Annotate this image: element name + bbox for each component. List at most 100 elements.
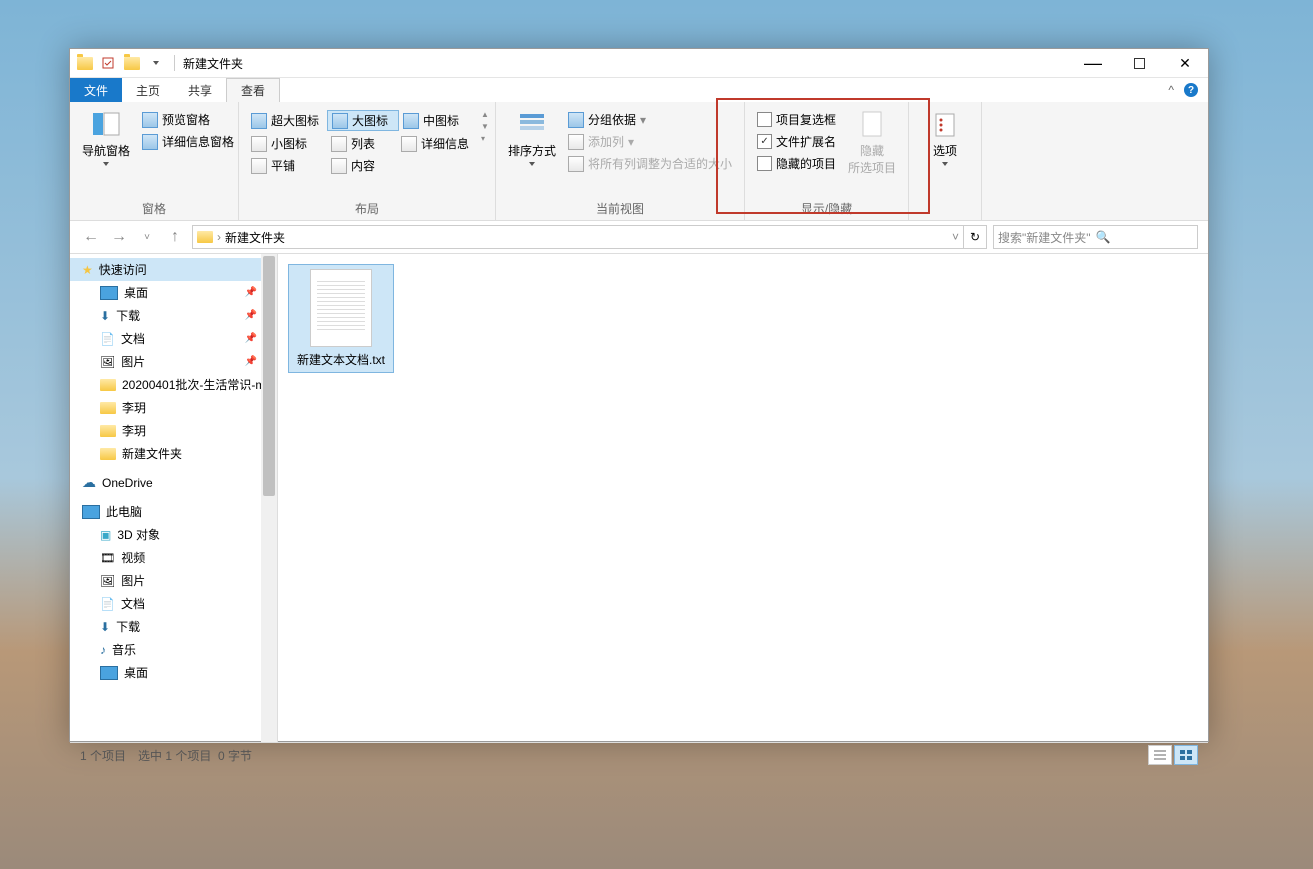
qat-btn[interactable] xyxy=(98,53,118,73)
sidebar-item-pictures[interactable]: 🖼图片📌 xyxy=(70,350,277,373)
layout-scroll-down[interactable]: ▼ xyxy=(481,122,489,131)
sidebar-item-documents[interactable]: 📄文档 xyxy=(70,592,277,615)
recent-button[interactable]: ˅ xyxy=(136,226,158,248)
navigation-sidebar[interactable]: ★快速访问 桌面📌 ⬇下载📌 📄文档📌 🖼图片📌 20200401批次-生活常识… xyxy=(70,254,278,742)
minimize-button[interactable]: — xyxy=(1070,49,1116,77)
file-item[interactable]: 新建文本文档.txt xyxy=(288,264,394,373)
pin-icon: 📌 xyxy=(245,356,257,367)
cloud-icon: ☁ xyxy=(82,474,96,491)
video-icon: 🎞 xyxy=(100,551,115,565)
music-icon: ♪ xyxy=(100,643,106,657)
sidebar-item-music[interactable]: ♪音乐 xyxy=(70,638,277,661)
desktop-icon xyxy=(100,286,118,300)
sidebar-item-3d[interactable]: ▣3D 对象 xyxy=(70,523,277,546)
cube-icon: ▣ xyxy=(100,528,111,542)
folder-icon xyxy=(100,402,116,414)
layout-small[interactable]: 小图标 xyxy=(247,134,327,153)
layout-large[interactable]: 大图标 xyxy=(327,110,399,131)
desktop-icon xyxy=(100,666,118,680)
layout-more[interactable]: ▾ xyxy=(481,134,489,143)
search-input[interactable]: 搜索"新建文件夹" 🔍 xyxy=(993,225,1198,249)
help-icon[interactable]: ? xyxy=(1184,83,1198,97)
folder-icon xyxy=(100,448,116,460)
sidebar-item-folder[interactable]: 新建文件夹 xyxy=(70,442,277,465)
sort-by-button[interactable]: 排序方式 xyxy=(502,106,562,168)
back-button[interactable]: ← xyxy=(80,226,102,248)
address-box[interactable]: › 新建文件夹 ˅ xyxy=(192,225,964,249)
maximize-button[interactable] xyxy=(1116,49,1162,77)
close-button[interactable]: ✕ xyxy=(1162,49,1208,77)
tab-file[interactable]: 文件 xyxy=(70,78,122,102)
folder-icon xyxy=(100,425,116,437)
app-icon[interactable] xyxy=(76,54,94,72)
layout-list[interactable]: 列表 xyxy=(327,134,397,153)
view-icons-button[interactable] xyxy=(1174,745,1198,765)
group-label-view: 当前视图 xyxy=(502,197,738,220)
download-icon: ⬇ xyxy=(100,620,110,634)
star-icon: ★ xyxy=(82,263,93,277)
titlebar[interactable]: 新建文件夹 — ✕ xyxy=(70,49,1208,78)
picture-icon: 🖼 xyxy=(100,355,115,369)
sidebar-item-documents[interactable]: 📄文档📌 xyxy=(70,327,277,350)
fit-columns-button: 将所有列调整为合适的大小 xyxy=(564,154,736,173)
group-label-layout: 布局 xyxy=(245,197,489,220)
sidebar-item-folder[interactable]: 李玥 xyxy=(70,419,277,442)
tab-view[interactable]: 查看 xyxy=(226,78,280,102)
window-title: 新建文件夹 xyxy=(179,55,243,72)
view-details-button[interactable] xyxy=(1148,745,1172,765)
sidebar-item-desktop[interactable]: 桌面 xyxy=(70,661,277,684)
pin-icon: 📌 xyxy=(245,310,257,321)
layout-medium[interactable]: 中图标 xyxy=(399,110,469,131)
layout-content[interactable]: 内容 xyxy=(327,156,397,175)
group-by-button[interactable]: 分组依据 ▾ xyxy=(564,110,736,129)
file-list[interactable]: 新建文本文档.txt xyxy=(278,254,1208,742)
group-label-showhide: 显示/隐藏 xyxy=(751,197,902,220)
forward-button[interactable]: → xyxy=(108,226,130,248)
picture-icon: 🖼 xyxy=(100,574,115,588)
search-icon: 🔍 xyxy=(1096,230,1194,244)
qat-dropdown[interactable] xyxy=(146,53,166,73)
group-label-panes: 窗格 xyxy=(76,197,232,220)
collapse-ribbon-icon[interactable]: ^ xyxy=(1168,83,1174,97)
sidebar-item-folder[interactable]: 李玥 xyxy=(70,396,277,419)
sidebar-this-pc[interactable]: 此电脑 xyxy=(70,500,277,523)
sidebar-scrollbar[interactable] xyxy=(261,254,277,742)
layout-scroll-up[interactable]: ▲ xyxy=(481,110,489,119)
status-bar: 1 个项目 选中 1 个项目 0 字节 xyxy=(70,742,1208,767)
explorer-window: 新建文件夹 — ✕ 文件 主页 共享 查看 ^ ? 导航窗格 xyxy=(69,48,1209,742)
tab-share[interactable]: 共享 xyxy=(174,78,226,102)
preview-pane-button[interactable]: 预览窗格 xyxy=(138,110,238,129)
up-button[interactable]: ↑ xyxy=(164,226,186,248)
file-name: 新建文本文档.txt xyxy=(293,351,389,368)
sidebar-item-folder[interactable]: 20200401批次-生活常识-m xyxy=(70,373,277,396)
layout-details[interactable]: 详细信息 xyxy=(397,134,477,153)
ribbon: 导航窗格 预览窗格 详细信息窗格 窗格 超大图标 大图标 中图标 xyxy=(70,102,1208,221)
hidden-items-checkbox[interactable]: 隐藏的项目 xyxy=(753,154,840,173)
navigation-pane-button[interactable]: 导航窗格 xyxy=(76,106,136,168)
sidebar-item-desktop[interactable]: 桌面📌 xyxy=(70,281,277,304)
document-icon: 📄 xyxy=(100,597,115,611)
sidebar-item-pictures[interactable]: 🖼图片 xyxy=(70,569,277,592)
status-selected: 选中 1 个项目 0 字节 xyxy=(138,747,252,764)
qat-btn[interactable] xyxy=(122,53,142,73)
sidebar-onedrive[interactable]: ☁OneDrive xyxy=(70,471,277,494)
item-checkboxes-checkbox[interactable]: 项目复选框 xyxy=(753,110,840,129)
status-count: 1 个项目 xyxy=(80,747,126,764)
ribbon-tabs: 文件 主页 共享 查看 ^ ? xyxy=(70,78,1208,102)
pin-icon: 📌 xyxy=(245,287,257,298)
sidebar-item-downloads[interactable]: ⬇下载 xyxy=(70,615,277,638)
tab-home[interactable]: 主页 xyxy=(122,78,174,102)
sidebar-quick-access[interactable]: ★快速访问 xyxy=(70,258,277,281)
sidebar-item-downloads[interactable]: ⬇下载📌 xyxy=(70,304,277,327)
pin-icon: 📌 xyxy=(245,333,257,344)
layout-extra-large[interactable]: 超大图标 xyxy=(247,110,327,131)
options-button[interactable]: 选项 xyxy=(915,106,975,168)
sidebar-item-videos[interactable]: 🎞视频 xyxy=(70,546,277,569)
folder-icon xyxy=(197,231,213,243)
file-extensions-checkbox[interactable]: ✓文件扩展名 xyxy=(753,132,840,151)
breadcrumb[interactable]: 新建文件夹 xyxy=(225,229,285,246)
refresh-button[interactable]: ↻ xyxy=(964,225,987,249)
layout-tiles[interactable]: 平铺 xyxy=(247,156,327,175)
details-pane-button[interactable]: 详细信息窗格 xyxy=(138,132,238,151)
add-columns-button: 添加列 ▾ xyxy=(564,132,736,151)
